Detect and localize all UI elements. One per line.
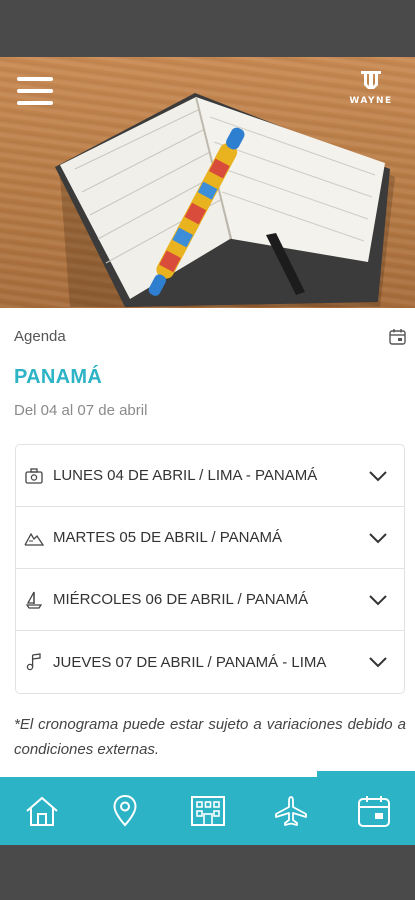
- breadcrumb-label: Agenda: [14, 328, 66, 345]
- tab-home[interactable]: [0, 777, 83, 845]
- airplane-icon: [274, 796, 307, 826]
- tab-agenda[interactable]: [332, 771, 415, 845]
- location-pin-icon: [112, 794, 137, 827]
- itinerary-day-label: MARTES 05 DE ABRIL / PANAMÁ: [53, 529, 282, 546]
- hamburger-icon: [17, 77, 53, 81]
- chevron-down-icon: [369, 657, 387, 668]
- mountain-icon: [24, 528, 44, 548]
- itinerary-day-4[interactable]: JUEVES 07 DE ABRIL / PANAMÁ - LIMA: [16, 631, 404, 693]
- wayne-logo-icon: [361, 71, 381, 89]
- status-bar: [0, 0, 415, 57]
- calendar-icon: [357, 796, 390, 827]
- itinerary-day-3[interactable]: MIÉRCOLES 06 DE ABRIL / PANAMÁ: [16, 569, 404, 631]
- itinerary-day-label: MIÉRCOLES 06 DE ABRIL / PANAMÁ: [53, 591, 309, 608]
- itinerary-day-1[interactable]: LUNES 04 DE ABRIL / LIMA - PANAMÁ: [16, 445, 404, 507]
- disclaimer-note: *El cronograma puede estar sujeto a vari…: [14, 716, 406, 758]
- itinerary-day-2[interactable]: MARTES 05 DE ABRIL / PANAMÁ: [16, 507, 404, 569]
- brand-name: WAYNE: [349, 96, 393, 106]
- sailboat-icon: [24, 590, 44, 610]
- music-note-icon: [24, 652, 44, 672]
- itinerary-day-label: LUNES 04 DE ABRIL / LIMA - PANAMÁ: [53, 467, 318, 484]
- tab-flights[interactable]: [249, 777, 332, 845]
- home-icon: [25, 796, 58, 826]
- hotel-icon: [190, 796, 225, 826]
- bottom-tab-bar: [0, 771, 415, 845]
- system-nav-bar: [0, 845, 415, 900]
- brand-logo: WAYNE: [336, 70, 406, 110]
- itinerary-day-label: JUEVES 07 DE ABRIL / PANAMÁ - LIMA: [53, 653, 327, 671]
- itinerary-accordion: LUNES 04 DE ABRIL / LIMA - PANAMÁ MARTES…: [15, 444, 405, 694]
- page-title: PANAMÁ: [14, 366, 103, 388]
- chevron-down-icon: [369, 532, 387, 543]
- luggage-icon: [24, 466, 44, 486]
- tab-hotel[interactable]: [166, 777, 249, 845]
- calendar-icon[interactable]: [389, 328, 406, 345]
- breadcrumb: Agenda: [14, 328, 406, 348]
- tab-location[interactable]: [83, 777, 166, 845]
- chevron-down-icon: [369, 470, 387, 481]
- menu-button[interactable]: [17, 77, 53, 105]
- date-range: Del 04 al 07 de abril: [14, 402, 148, 419]
- chevron-down-icon: [369, 594, 387, 605]
